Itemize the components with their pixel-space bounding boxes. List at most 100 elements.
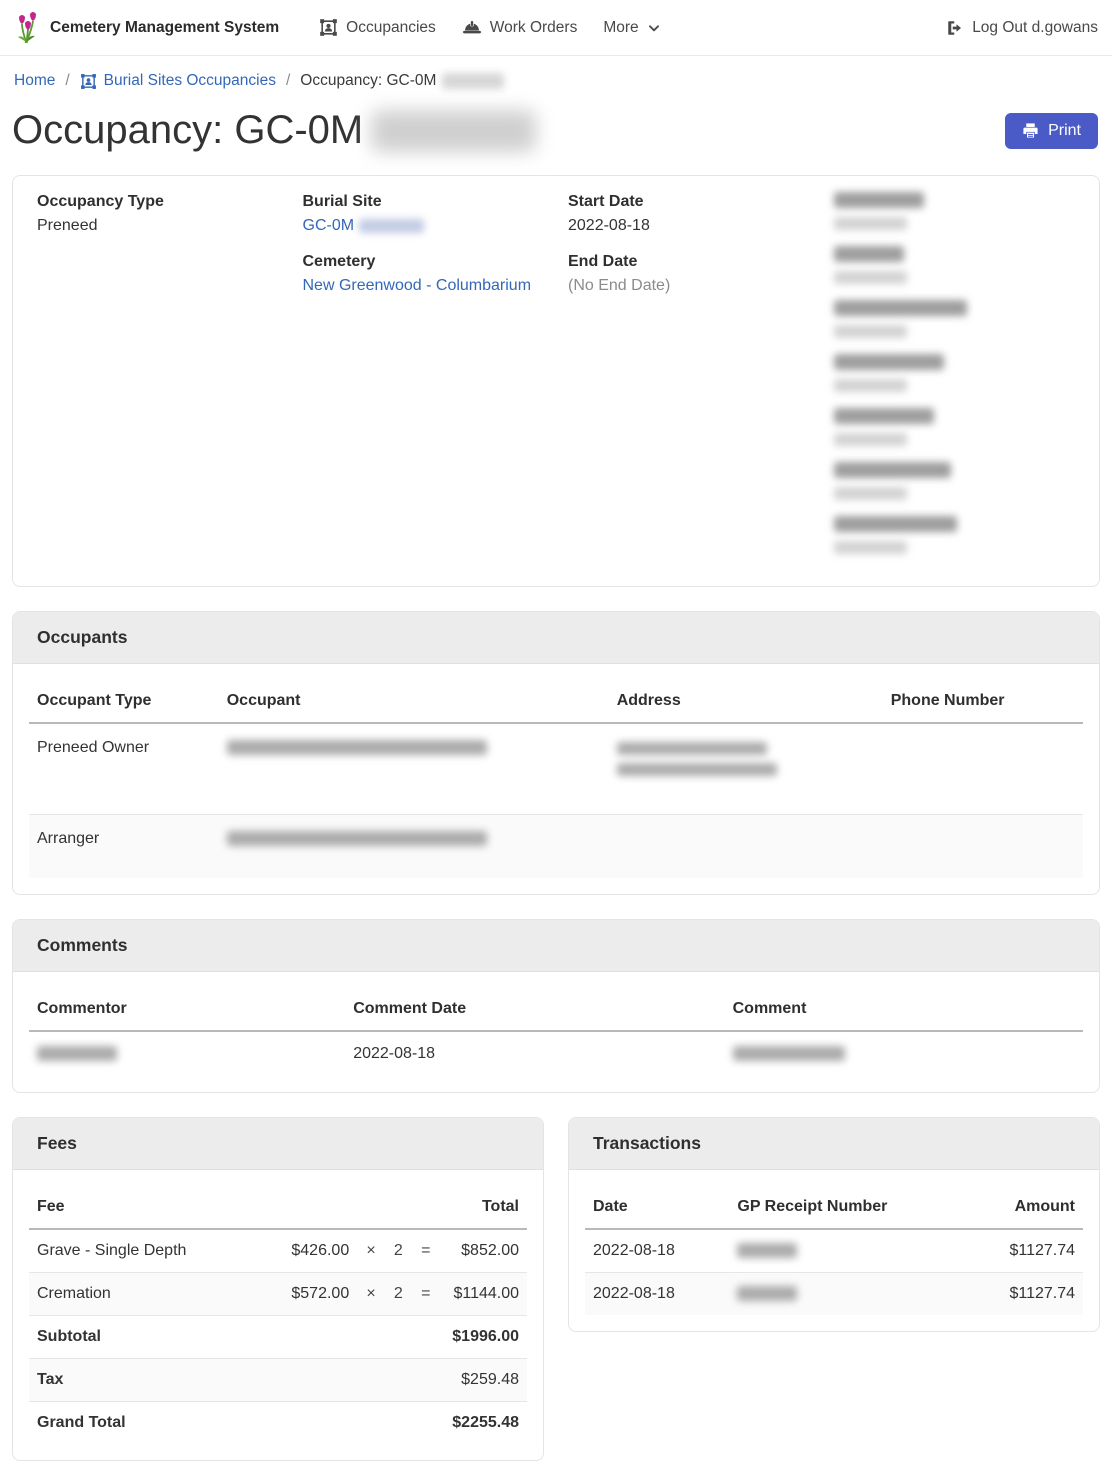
nav-occupancies[interactable]: Occupancies xyxy=(319,18,436,37)
redacted-value xyxy=(834,433,907,446)
redacted-text xyxy=(617,742,767,755)
end-date-label: End Date xyxy=(568,252,810,272)
column-header-occupant-type: Occupant Type xyxy=(29,680,219,723)
transactions-card: Transactions Date GP Receipt Number Amou… xyxy=(568,1117,1100,1332)
redacted-value xyxy=(834,379,907,392)
redacted-detail-field xyxy=(834,462,1076,500)
nav-occupancies-label: Occupancies xyxy=(346,19,436,37)
burial-site-link[interactable]: GC-0M xyxy=(303,217,355,234)
logout-label: Log Out d.gowans xyxy=(972,19,1098,37)
nav-more[interactable]: More xyxy=(603,19,660,37)
fee-summary-row: Grand Total$2255.48 xyxy=(29,1402,527,1445)
top-navbar: Cemetery Management System Occupancies xyxy=(0,0,1112,56)
occupancies-icon xyxy=(319,18,338,37)
redacted-detail-field xyxy=(834,408,1076,446)
column-header-date: Date xyxy=(585,1186,729,1229)
app-title: Cemetery Management System xyxy=(50,19,279,37)
app-brand[interactable]: Cemetery Management System xyxy=(14,11,279,45)
cemetery-link[interactable]: New Greenwood - Columbarium xyxy=(303,277,532,294)
column-header-commentor: Commentor xyxy=(29,988,345,1031)
redacted-value xyxy=(834,325,907,338)
column-header-amount: Amount xyxy=(958,1186,1083,1229)
redacted-text xyxy=(227,740,487,755)
print-button[interactable]: Print xyxy=(1005,113,1098,149)
cemetery-field: Cemetery New Greenwood - Columbarium xyxy=(303,252,545,296)
breadcrumb-current: Occupancy: GC-0M xyxy=(300,72,504,90)
bottom-row: Fees Fee Total Grave - Single Depth$426.… xyxy=(12,1117,1100,1461)
redacted-text xyxy=(227,831,487,846)
nav-work-orders-label: Work Orders xyxy=(490,19,578,37)
redacted-label xyxy=(834,408,934,424)
redacted-label xyxy=(834,300,967,316)
redacted-detail-field xyxy=(834,192,1076,230)
fee-row: Cremation$572.00×2=$1144.00 xyxy=(29,1273,527,1316)
cemetery-label: Cemetery xyxy=(303,252,545,272)
redacted-label xyxy=(834,246,904,262)
redacted-detail-field xyxy=(834,300,1076,338)
redacted-value xyxy=(834,541,907,554)
column-header-comment: Comment xyxy=(725,988,1083,1031)
table-row: 2022-08-18$1127.74 xyxy=(585,1273,1083,1316)
column-header-total: Total xyxy=(440,1186,527,1229)
redacted-text xyxy=(733,1046,845,1061)
page-title: Occupancy: GC-0M xyxy=(12,108,536,153)
start-date-value: 2022-08-18 xyxy=(568,216,810,236)
redacted-text xyxy=(737,1286,797,1301)
details-column-2: Burial Site GC-0M Cemetery New Greenwood… xyxy=(303,192,545,570)
transactions-card-title: Transactions xyxy=(569,1118,1099,1170)
start-date-field: Start Date 2022-08-18 xyxy=(568,192,810,236)
occupancy-details-card: Occupancy Type Preneed Burial Site GC-0M… xyxy=(12,175,1100,587)
redacted-value xyxy=(834,271,907,284)
breadcrumb-burial-sites-occupancies[interactable]: Burial Sites Occupancies xyxy=(80,72,276,90)
fees-card-title: Fees xyxy=(13,1118,543,1170)
sign-out-icon xyxy=(946,19,964,37)
nav-more-label: More xyxy=(603,19,638,37)
nav-work-orders[interactable]: Work Orders xyxy=(462,19,578,37)
breadcrumb-separator: / xyxy=(65,72,69,90)
comments-table: Commentor Comment Date Comment 2022-08-1… xyxy=(29,988,1083,1076)
fee-row: Grave - Single Depth$426.00×2=$852.00 xyxy=(29,1229,527,1273)
table-row: Preneed Owner xyxy=(29,723,1083,815)
redacted-text xyxy=(37,1046,117,1061)
occupants-card-title: Occupants xyxy=(13,612,1099,664)
redacted-detail-field xyxy=(834,516,1076,554)
occupancies-icon xyxy=(80,73,97,90)
redacted-text xyxy=(737,1243,797,1258)
fees-card: Fees Fee Total Grave - Single Depth$426.… xyxy=(12,1117,544,1461)
redacted-label xyxy=(834,354,944,370)
column-header-comment-date: Comment Date xyxy=(345,988,724,1031)
redacted-label xyxy=(834,462,951,478)
redacted-text xyxy=(371,110,536,152)
hard-hat-icon xyxy=(462,19,482,37)
logout-link[interactable]: Log Out d.gowans xyxy=(946,19,1098,37)
redacted-detail-field xyxy=(834,246,1076,284)
table-row: Arranger xyxy=(29,815,1083,879)
page-head: Occupancy: GC-0M Print xyxy=(12,108,1098,153)
table-row: 2022-08-18$1127.74 xyxy=(585,1229,1083,1273)
column-header-occupant: Occupant xyxy=(219,680,609,723)
redacted-value xyxy=(834,487,907,500)
table-row: 2022-08-18 xyxy=(29,1031,1083,1076)
redacted-label xyxy=(834,192,924,208)
column-header-phone-number: Phone Number xyxy=(883,680,1083,723)
redacted-text xyxy=(359,219,424,233)
comments-card: Comments Commentor Comment Date Comment … xyxy=(12,919,1100,1093)
fees-table: Fee Total Grave - Single Depth$426.00×2=… xyxy=(29,1186,527,1444)
details-column-3: Start Date 2022-08-18 End Date (No End D… xyxy=(568,192,810,570)
start-date-label: Start Date xyxy=(568,192,810,212)
occupancy-type-label: Occupancy Type xyxy=(37,192,279,212)
details-column-1: Occupancy Type Preneed xyxy=(37,192,279,570)
print-button-label: Print xyxy=(1048,122,1081,140)
redacted-value xyxy=(834,217,907,230)
column-header-fee: Fee xyxy=(29,1186,277,1229)
breadcrumb-home[interactable]: Home xyxy=(14,72,55,90)
burial-site-field: Burial Site GC-0M xyxy=(303,192,545,236)
column-header-address: Address xyxy=(609,680,883,723)
occupancy-type-field: Occupancy Type Preneed xyxy=(37,192,279,236)
breadcrumb: Home / Burial Sites Occupancies / Occupa… xyxy=(0,56,1112,104)
printer-icon xyxy=(1022,122,1039,139)
breadcrumb-separator: / xyxy=(286,72,290,90)
occupants-card: Occupants Occupant Type Occupant Address… xyxy=(12,611,1100,895)
comments-card-title: Comments xyxy=(13,920,1099,972)
redacted-detail-field xyxy=(834,354,1076,392)
